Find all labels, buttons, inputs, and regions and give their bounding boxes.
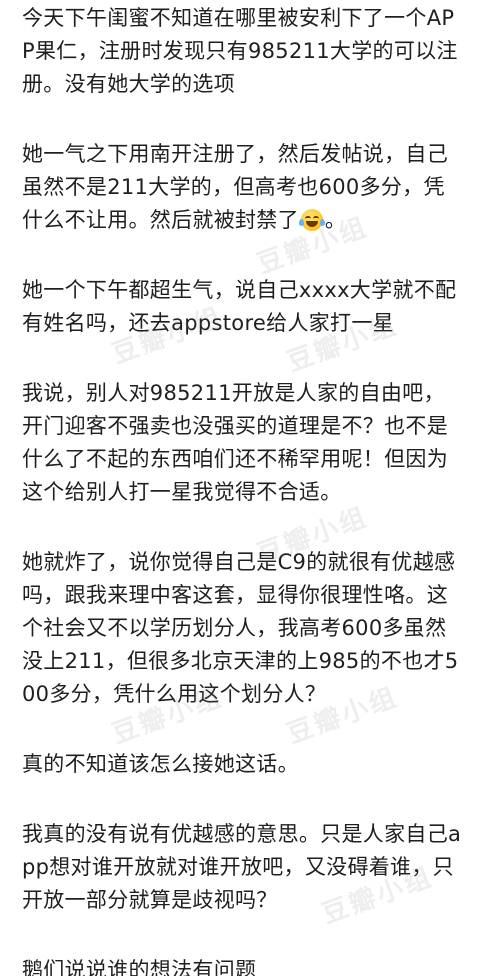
post-paragraph-2: 她一气之下用南开注册了，然后发帖说，自己虽然不是211大学的，但高考也600多分… bbox=[22, 138, 465, 237]
post-paragraph-6: 真的不知道该怎么接她这话。 bbox=[22, 752, 299, 776]
post-paragraph-1: 今天下午闺蜜不知道在哪里被安利下了一个APP果仁，注册时发现只有985211大学… bbox=[22, 6, 458, 96]
tears-of-joy-emoji-icon bbox=[298, 209, 325, 231]
post-paragraph-8: 鹅们说说谁的想法有问题 bbox=[22, 958, 257, 976]
post-paragraph-3: 她一个下午都超生气，说自己xxxx大学就不配有姓名吗，还去appstore给人家… bbox=[22, 278, 457, 335]
post-paragraph-4: 我说，别人对985211开放是人家的自由吧，开门迎客不强卖也没强买的道理是不？也… bbox=[22, 381, 448, 504]
post-content: 今天下午闺蜜不知道在哪里被安利下了一个APP果仁，注册时发现只有985211大学… bbox=[0, 0, 489, 976]
post-paragraph-7: 我真的没有说有优越感的意思。只是人家自己app想对谁开放就对谁开放吧，又没碍着谁… bbox=[22, 822, 462, 912]
post-paragraph-5: 她就炸了，说你觉得自己是C9的就很有优越感吗，跟我来理中客这套，显得你很理性咯。… bbox=[22, 550, 459, 706]
post-paragraph-2-suffix: 。 bbox=[324, 208, 347, 232]
post-paragraph-2-text: 她一气之下用南开注册了，然后发帖说，自己虽然不是211大学的，但高考也600多分… bbox=[22, 142, 448, 232]
